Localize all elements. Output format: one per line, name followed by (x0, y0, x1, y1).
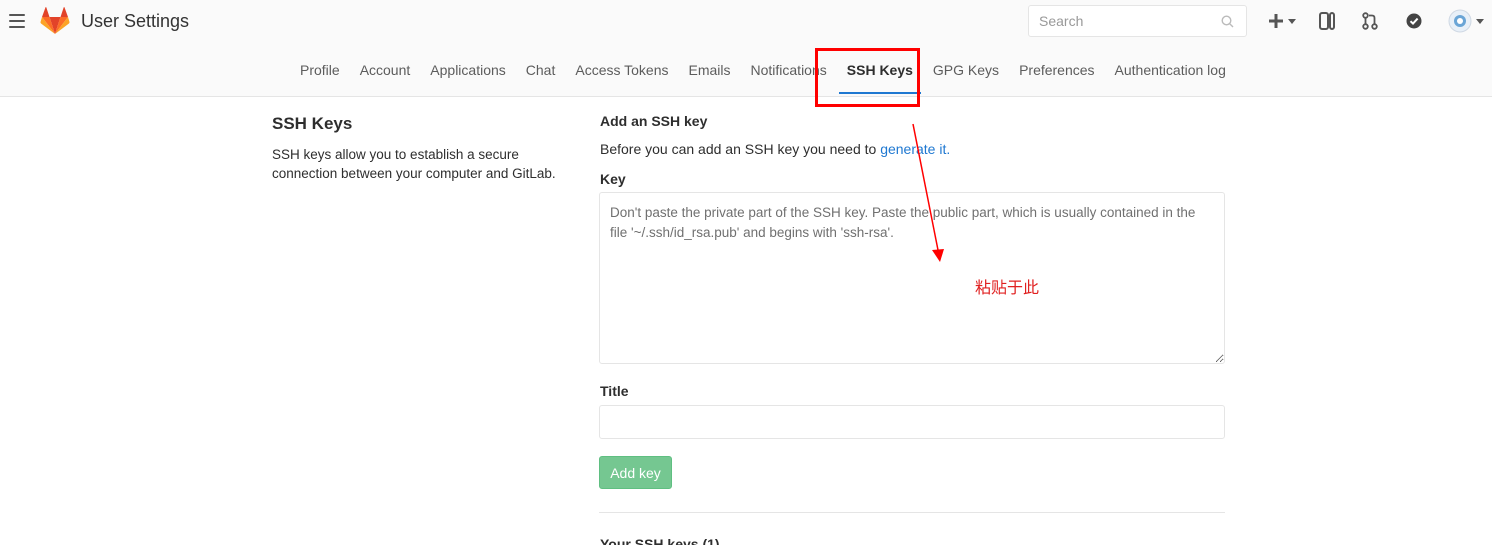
top-navbar: User Settings (0, 0, 1492, 44)
tab-gpg-keys[interactable]: GPG Keys (923, 44, 1009, 96)
tab-authentication-log[interactable]: Authentication log (1105, 44, 1236, 96)
tab-profile[interactable]: Profile (290, 44, 350, 96)
chevron-down-icon (1288, 18, 1296, 24)
tab-applications[interactable]: Applications (420, 44, 516, 96)
generate-it-link[interactable]: generate it. (880, 141, 950, 157)
todo-check-icon (1406, 13, 1422, 29)
annotation-highlight-box (815, 48, 920, 107)
user-menu[interactable] (1448, 9, 1484, 33)
new-dropdown[interactable] (1268, 10, 1296, 32)
gitlab-logo-icon[interactable] (40, 7, 70, 35)
tab-preferences[interactable]: Preferences (1009, 44, 1104, 96)
issues-icon (1319, 12, 1335, 30)
chevron-down-icon (1476, 18, 1484, 24)
settings-subnav: Profile Account Applications Chat Access… (0, 44, 1492, 97)
avatar-icon (1448, 9, 1472, 33)
page-title: User Settings (81, 11, 190, 31)
title-label: Title (600, 383, 629, 399)
add-key-button[interactable]: Add key (599, 456, 672, 489)
merge-requests-link[interactable] (1362, 10, 1378, 32)
issues-link[interactable] (1319, 10, 1335, 32)
your-ssh-keys-heading: Your SSH keys (1) (600, 536, 720, 545)
annotation-text: 粘贴于此 (975, 278, 1040, 297)
section-heading: SSH Keys (272, 114, 353, 133)
todos-link[interactable] (1406, 10, 1422, 32)
hamburger-icon[interactable] (9, 14, 25, 28)
plus-icon (1269, 14, 1283, 28)
tab-account[interactable]: Account (350, 44, 421, 96)
search-icon (1221, 15, 1234, 28)
tab-access-tokens[interactable]: Access Tokens (565, 44, 678, 96)
search-input[interactable] (1029, 6, 1209, 36)
tab-chat[interactable]: Chat (516, 44, 566, 96)
divider (599, 512, 1225, 513)
title-input[interactable] (599, 405, 1225, 439)
intro-text: Before you can add an SSH key you need t… (600, 141, 950, 157)
merge-request-icon (1362, 12, 1378, 30)
settings-tabs: Profile Account Applications Chat Access… (290, 44, 1236, 96)
key-label: Key (600, 171, 626, 187)
intro-text-prefix: Before you can add an SSH key you need t… (600, 141, 881, 157)
add-ssh-key-heading: Add an SSH key (600, 113, 708, 129)
key-textarea[interactable] (599, 192, 1225, 364)
section-description: SSH keys allow you to establish a secure… (272, 147, 556, 181)
tab-emails[interactable]: Emails (678, 44, 740, 96)
search-box[interactable] (1028, 5, 1247, 37)
